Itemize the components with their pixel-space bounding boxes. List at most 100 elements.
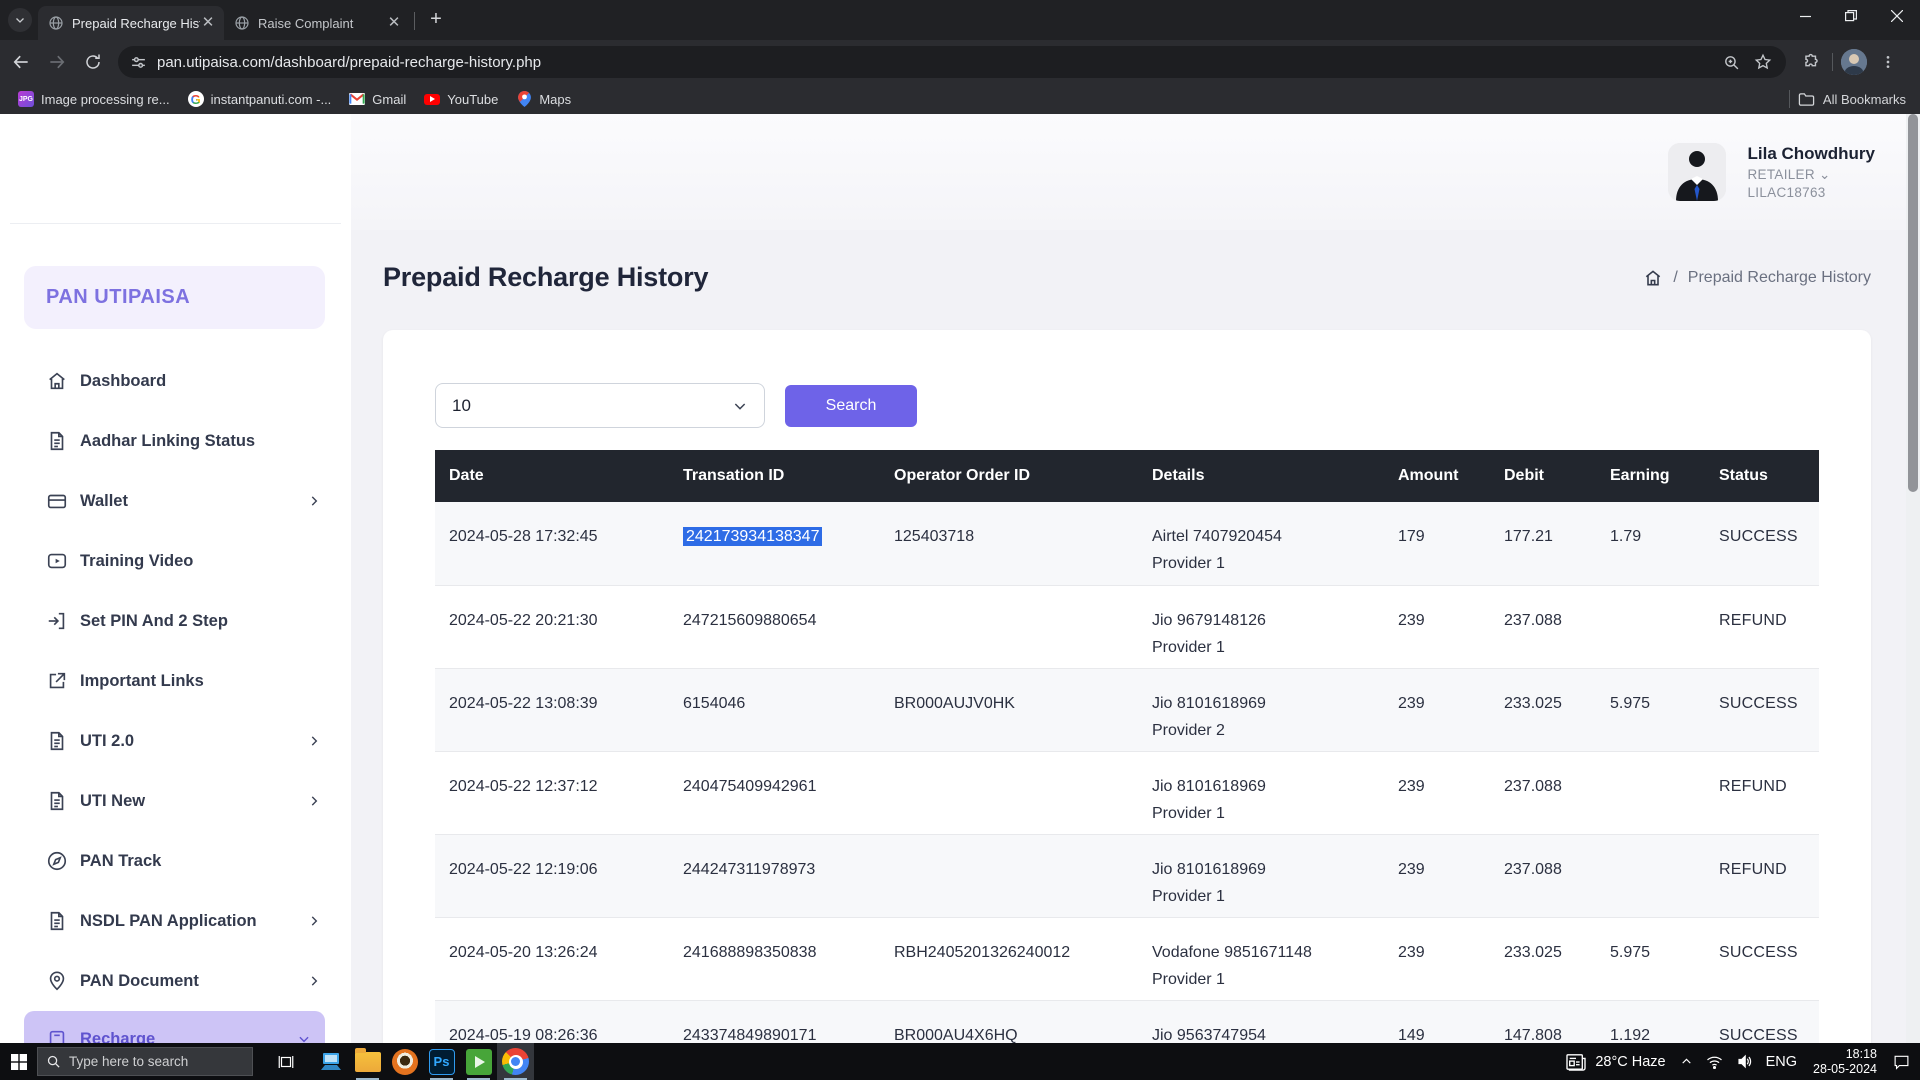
kebab-menu-icon: [1880, 54, 1896, 70]
all-bookmarks-button[interactable]: All Bookmarks: [1798, 92, 1906, 107]
speaker-icon: [1736, 1054, 1753, 1069]
toolbar-right: [1792, 49, 1901, 75]
taskbar-app-explorer[interactable]: [349, 1043, 386, 1080]
user-id: LILAC18763: [1748, 185, 1876, 200]
web-page: PAN UTIPAISA Dashboard Aadhar Linking St…: [0, 114, 1920, 1043]
sidebar-item-pan-document[interactable]: PAN Document: [0, 951, 351, 1011]
windows-logo-icon: [11, 1054, 27, 1070]
details-line2: Provider 1: [1152, 800, 1370, 827]
orange-app-icon: [392, 1049, 418, 1075]
url-text[interactable]: pan.utipaisa.com/dashboard/prepaid-recha…: [157, 54, 1712, 71]
tab-raise-complaint[interactable]: Raise Complaint ✕: [224, 6, 410, 40]
taskbar-app-pc[interactable]: [312, 1043, 349, 1080]
back-button[interactable]: [6, 47, 36, 77]
start-button[interactable]: [0, 1043, 37, 1080]
extensions-button[interactable]: [1798, 49, 1824, 75]
cell-date: 2024-05-22 20:21:30: [435, 585, 669, 668]
bookmark-item[interactable]: Gmail: [349, 91, 406, 107]
cell-date: 2024-05-19 08:26:36: [435, 1000, 669, 1043]
col-details: Details: [1138, 450, 1384, 502]
page-size-select[interactable]: 10: [435, 383, 765, 428]
cell-amount: 149: [1384, 1000, 1490, 1043]
taskbar-search-input[interactable]: [69, 1054, 229, 1069]
cell-details: Jio 8101618969Provider 2: [1138, 668, 1384, 751]
scrollbar-thumb[interactable]: [1908, 114, 1918, 492]
restore-button[interactable]: [1828, 0, 1874, 32]
sidebar-item-wallet[interactable]: Wallet: [0, 471, 351, 531]
browser-menu-button[interactable]: [1875, 49, 1901, 75]
tab-prepaid-recharge-history[interactable]: Prepaid Recharge History ✕: [38, 6, 224, 40]
bookmark-star-button[interactable]: [1750, 49, 1776, 75]
bookmark-item[interactable]: JPG Image processing re...: [18, 91, 170, 107]
network-button[interactable]: [1706, 1055, 1723, 1069]
search-button[interactable]: Search: [785, 385, 917, 427]
user-profile[interactable]: Lila Chowdhury RETAILER ⌄ LILAC18763: [1668, 143, 1876, 201]
weather-widget[interactable]: 28°C Haze: [1565, 1053, 1665, 1071]
browser-profile-avatar[interactable]: [1841, 49, 1867, 75]
sidebar-item-dashboard[interactable]: Dashboard: [0, 351, 351, 411]
sidebar-item-uti-new[interactable]: UTI New: [0, 771, 351, 831]
volume-button[interactable]: [1736, 1054, 1753, 1069]
chevron-right-icon: [307, 494, 321, 508]
tray-expand-button[interactable]: [1680, 1055, 1693, 1068]
details-line1: Jio 8101618969: [1152, 690, 1370, 717]
taskbar-search[interactable]: [37, 1047, 253, 1076]
zoom-page-button[interactable]: [1718, 49, 1744, 75]
new-tab-button[interactable]: +: [423, 7, 449, 33]
taskbar-app-play[interactable]: [460, 1043, 497, 1080]
reload-button[interactable]: [78, 47, 108, 77]
table-row: 2024-05-28 17:32:45 242173934138347 1254…: [435, 502, 1819, 585]
cell-date: 2024-05-22 13:08:39: [435, 668, 669, 751]
table-controls: 10 Search: [435, 383, 917, 428]
home-icon[interactable]: [1643, 268, 1663, 288]
cell-earning: [1596, 834, 1705, 917]
task-view-button[interactable]: [267, 1043, 304, 1080]
details-line1: Jio 8101618969: [1152, 856, 1370, 883]
site-settings-icon[interactable]: [130, 54, 147, 71]
bookmark-item[interactable]: G instantpanuti.com -...: [188, 91, 332, 107]
sidebar-item-recharge[interactable]: Recharge: [24, 1011, 325, 1043]
breadcrumb-separator: /: [1673, 269, 1677, 287]
cell-operator: 125403718: [880, 502, 1138, 585]
bookmarks-bar: JPG Image processing re... G instantpanu…: [0, 84, 1920, 114]
avatar: [1668, 143, 1726, 201]
sidebar-item-label: Wallet: [80, 492, 307, 511]
sidebar-item-uti-2-0[interactable]: UTI 2.0: [0, 711, 351, 771]
star-icon: [1754, 53, 1772, 71]
sidebar-item-nsdl-pan-application[interactable]: NSDL PAN Application: [0, 891, 351, 951]
action-center-button[interactable]: [1893, 1054, 1910, 1070]
details-line1: Jio 9563747954: [1152, 1022, 1370, 1044]
chevron-down-icon: [732, 398, 748, 414]
clock[interactable]: 18:18 28-05-2024: [1813, 1047, 1877, 1077]
page-scrollbar[interactable]: [1906, 114, 1920, 1043]
selected-text[interactable]: 242173934138347: [683, 527, 822, 546]
user-role-dropdown[interactable]: RETAILER ⌄: [1748, 167, 1876, 183]
close-window-button[interactable]: [1874, 0, 1920, 32]
minimize-button[interactable]: [1782, 0, 1828, 32]
bookmark-item[interactable]: YouTube: [424, 91, 498, 107]
sidebar-item-training-video[interactable]: Training Video: [0, 531, 351, 591]
sidebar-item-important-links[interactable]: Important Links: [0, 651, 351, 711]
tab-close-icon[interactable]: ✕: [200, 15, 216, 31]
taskbar-app-orange[interactable]: [386, 1043, 423, 1080]
home-icon: [46, 370, 68, 392]
photoshop-icon: Ps: [429, 1049, 455, 1075]
task-view-icon: [277, 1053, 295, 1071]
brand-logo[interactable]: PAN UTIPAISA: [24, 266, 325, 329]
taskbar-app-chrome[interactable]: [497, 1043, 534, 1080]
tab-search-button[interactable]: [8, 8, 32, 32]
user-meta: Lila Chowdhury RETAILER ⌄ LILAC18763: [1748, 144, 1876, 200]
cell-amount: 239: [1384, 751, 1490, 834]
bookmark-item[interactable]: Maps: [516, 91, 571, 107]
external-link-icon: [46, 670, 68, 692]
sidebar-item-pan-track[interactable]: PAN Track: [0, 831, 351, 891]
forward-button[interactable]: [42, 47, 72, 77]
sidebar-item-set-pin[interactable]: Set PIN And 2 Step: [0, 591, 351, 651]
bookmark-label: YouTube: [447, 92, 498, 107]
table-row: 2024-05-22 12:19:06 244247311978973 Jio …: [435, 834, 1819, 917]
sidebar-item-aadhar-linking-status[interactable]: Aadhar Linking Status: [0, 411, 351, 471]
address-bar[interactable]: pan.utipaisa.com/dashboard/prepaid-recha…: [118, 46, 1786, 78]
taskbar-app-photoshop[interactable]: Ps: [423, 1043, 460, 1080]
language-indicator[interactable]: ENG: [1766, 1054, 1797, 1070]
tab-close-icon[interactable]: ✕: [386, 15, 402, 31]
